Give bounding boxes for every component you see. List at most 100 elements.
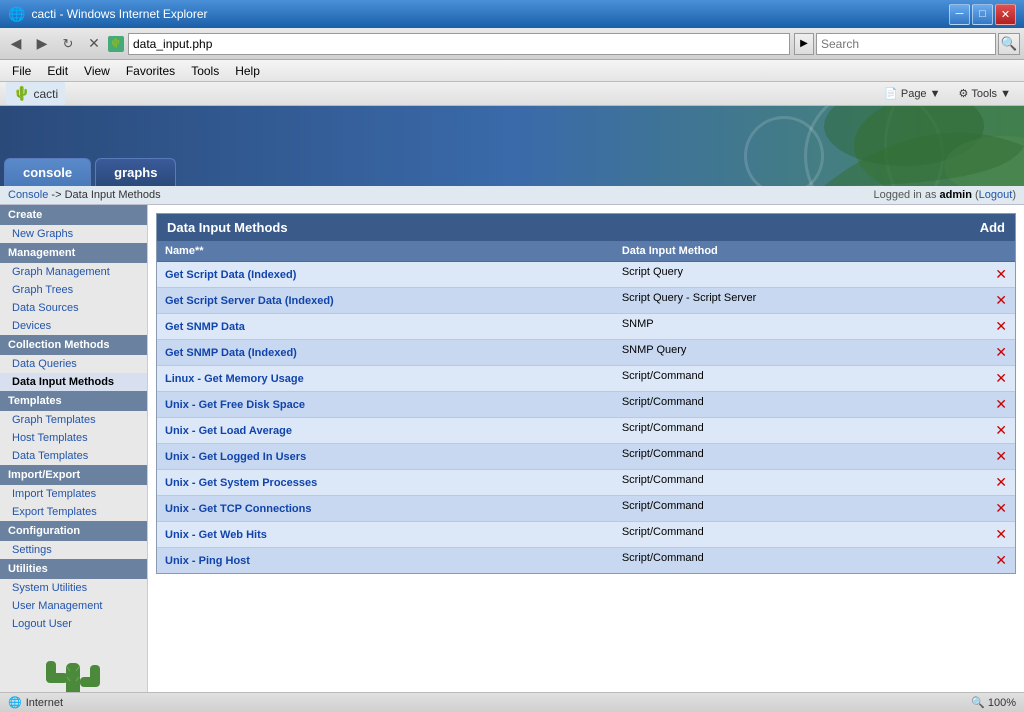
cell-name: Get SNMP Data [157, 314, 614, 340]
sidebar-item-system-utilities[interactable]: System Utilities [0, 579, 147, 597]
row-link[interactable]: Unix - Get Free Disk Space [165, 399, 305, 411]
table-row: Unix - Get Logged In UsersScript/Command… [157, 444, 1015, 470]
row-link[interactable]: Unix - Get Logged In Users [165, 451, 306, 463]
restore-button[interactable]: □ [972, 4, 993, 25]
row-link[interactable]: Unix - Get Load Average [165, 425, 292, 437]
delete-button[interactable]: ✕ [995, 344, 1007, 361]
table-row: Unix - Get System ProcessesScript/Comman… [157, 470, 1015, 496]
browser-icon: 🌐 [8, 6, 25, 23]
cacti-header: console graphs [0, 106, 1024, 186]
page-button[interactable]: 📄 Page ▼ [877, 81, 947, 107]
sidebar-item-user-management[interactable]: User Management [0, 597, 147, 615]
data-table: Name** Data Input Method Get Script Data… [157, 241, 1015, 573]
sidebar-section-configuration: Configuration [0, 521, 147, 541]
sidebar-item-import-templates[interactable]: Import Templates [0, 485, 147, 503]
logged-in-info: Logged in as admin (Logout) [873, 189, 1016, 201]
address-input[interactable] [128, 33, 790, 55]
menu-favorites[interactable]: Favorites [118, 62, 183, 80]
sidebar-item-logout-user[interactable]: Logout User [0, 615, 147, 633]
cacti-tabs: console graphs [0, 158, 176, 186]
sidebar-section-create: Create [0, 205, 147, 225]
breadcrumb-console-link[interactable]: Console [8, 189, 48, 201]
title-bar: 🌐 cacti - Windows Internet Explorer ─ □ … [0, 0, 1024, 28]
delete-button[interactable]: ✕ [995, 500, 1007, 517]
menu-help[interactable]: Help [227, 62, 268, 80]
zoom-level: 🔍 100% [971, 696, 1016, 709]
delete-button[interactable]: ✕ [995, 292, 1007, 309]
zone-label: Internet [26, 697, 63, 709]
delete-button[interactable]: ✕ [995, 474, 1007, 491]
cell-name: Unix - Get Load Average [157, 418, 614, 444]
row-link[interactable]: Linux - Get Memory Usage [165, 373, 304, 385]
menu-file[interactable]: File [4, 62, 39, 80]
search-container: 🔍 [816, 33, 1020, 55]
row-link[interactable]: Get SNMP Data [165, 321, 245, 333]
close-button[interactable]: ✕ [995, 4, 1016, 25]
address-favicon: 🌵 [108, 36, 124, 52]
tab-console[interactable]: console [4, 158, 91, 186]
delete-button[interactable]: ✕ [995, 552, 1007, 569]
logout-link[interactable]: Logout [979, 189, 1013, 201]
minimize-button[interactable]: ─ [949, 4, 970, 25]
delete-button[interactable]: ✕ [995, 318, 1007, 335]
menu-tools[interactable]: Tools [183, 62, 227, 80]
logged-in-prefix: Logged in as [873, 189, 936, 201]
sidebar-item-data-sources[interactable]: Data Sources [0, 299, 147, 317]
row-link[interactable]: Unix - Get System Processes [165, 477, 317, 489]
delete-button[interactable]: ✕ [995, 526, 1007, 543]
stop-button[interactable]: ✕ [82, 32, 106, 56]
sidebar-item-graph-templates[interactable]: Graph Templates [0, 411, 147, 429]
cell-method: Script/Command✕ [614, 496, 1015, 522]
delete-button[interactable]: ✕ [995, 396, 1007, 413]
row-link[interactable]: Unix - Get TCP Connections [165, 503, 311, 515]
row-link[interactable]: Get Script Data (Indexed) [165, 269, 296, 281]
delete-button[interactable]: ✕ [995, 370, 1007, 387]
table-title: Data Input Methods [167, 220, 288, 235]
browser-window: 🌐 cacti - Windows Internet Explorer ─ □ … [0, 0, 1024, 712]
delete-button[interactable]: ✕ [995, 422, 1007, 439]
tools-button[interactable]: ⚙ Tools ▼ [952, 81, 1019, 107]
header-svg [624, 106, 1024, 186]
table-row: Unix - Get Free Disk SpaceScript/Command… [157, 392, 1015, 418]
cell-name: Unix - Get TCP Connections [157, 496, 614, 522]
breadcrumb-current: Data Input Methods [65, 189, 161, 201]
sidebar-item-data-queries[interactable]: Data Queries [0, 355, 147, 373]
fav-cacti[interactable]: 🌵 cacti [6, 82, 65, 105]
sidebar-item-export-templates[interactable]: Export Templates [0, 503, 147, 521]
refresh-button[interactable]: ↻ [56, 32, 80, 56]
back-button[interactable]: ◀ [4, 32, 28, 56]
sidebar-item-settings[interactable]: Settings [0, 541, 147, 559]
cell-method: Script/Command✕ [614, 366, 1015, 392]
sidebar-item-data-input-methods[interactable]: Data Input Methods [0, 373, 147, 391]
data-table-wrapper: Data Input Methods Add Name** Data Input… [156, 213, 1016, 574]
row-link[interactable]: Unix - Ping Host [165, 555, 250, 567]
row-link[interactable]: Get Script Server Data (Indexed) [165, 295, 334, 307]
sidebar-item-graph-management[interactable]: Graph Management [0, 263, 147, 281]
menu-view[interactable]: View [76, 62, 118, 80]
sidebar-item-host-templates[interactable]: Host Templates [0, 429, 147, 447]
row-link[interactable]: Get SNMP Data (Indexed) [165, 347, 297, 359]
sidebar-item-new-graphs[interactable]: New Graphs [0, 225, 147, 243]
search-button[interactable]: 🔍 [998, 33, 1020, 55]
forward-button[interactable]: ▶ [30, 32, 54, 56]
sidebar-item-devices[interactable]: Devices [0, 317, 147, 335]
search-input[interactable] [816, 33, 996, 55]
delete-button[interactable]: ✕ [995, 266, 1007, 283]
delete-button[interactable]: ✕ [995, 448, 1007, 465]
go-button[interactable]: ▶ [794, 33, 814, 55]
table-header: Data Input Methods Add [157, 214, 1015, 241]
cell-method: Script/Command✕ [614, 548, 1015, 574]
favorites-bar: 🌵 cacti 📄 Page ▼ ⚙ Tools ▼ [0, 82, 1024, 106]
cell-name: Unix - Get Web Hits [157, 522, 614, 548]
sidebar-item-data-templates[interactable]: Data Templates [0, 447, 147, 465]
sidebar-item-graph-trees[interactable]: Graph Trees [0, 281, 147, 299]
tab-graphs[interactable]: graphs [95, 158, 176, 186]
breadcrumb: Console -> Data Input Methods [8, 189, 161, 201]
status-zone: 🌐 Internet [8, 696, 63, 709]
row-link[interactable]: Unix - Get Web Hits [165, 529, 267, 541]
add-button[interactable]: Add [980, 220, 1005, 235]
menu-edit[interactable]: Edit [39, 62, 76, 80]
username: admin [940, 189, 972, 201]
sidebar-logo [0, 633, 147, 692]
menu-bar: File Edit View Favorites Tools Help [0, 60, 1024, 82]
